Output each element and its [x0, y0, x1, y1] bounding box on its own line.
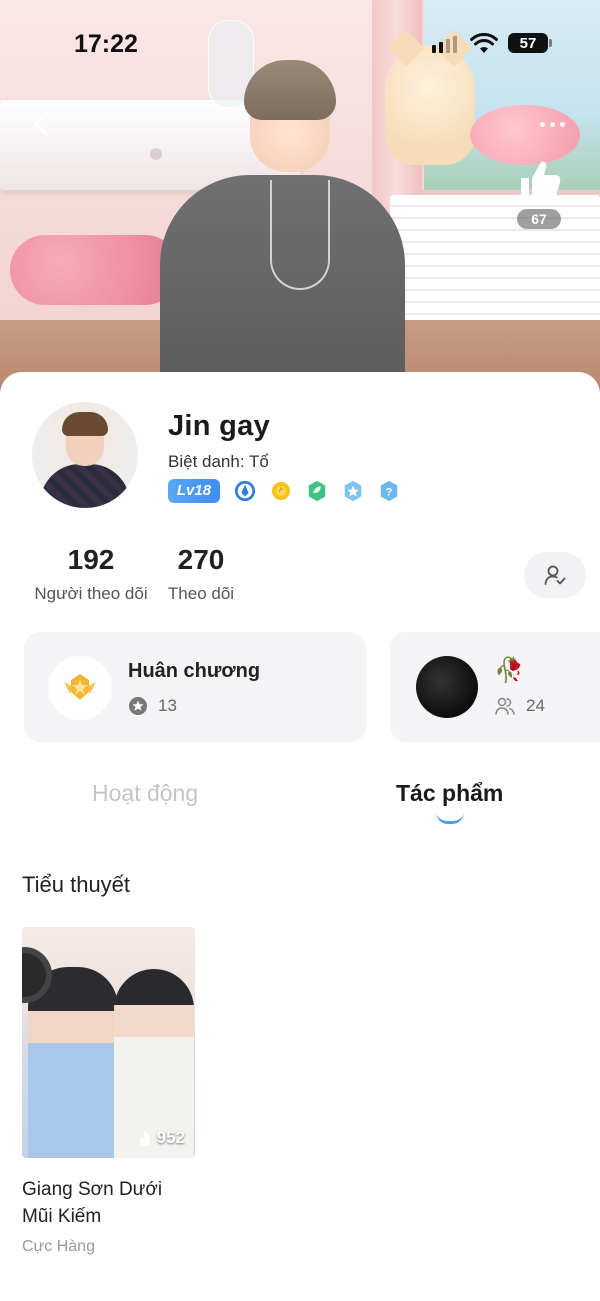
medal-title: Huân chương	[128, 660, 261, 682]
novel-cover[interactable]: 952	[22, 927, 195, 1158]
avatar-shirt	[40, 464, 130, 508]
pen-badge-icon[interactable]	[234, 480, 256, 502]
follow-status-button[interactable]	[524, 552, 586, 598]
novel-title[interactable]: Giang Sơn Dưới Mũi Kiếm	[22, 1176, 195, 1230]
like-button[interactable]	[515, 158, 563, 204]
star-circle-icon	[129, 697, 147, 715]
following-count: 270	[177, 544, 225, 575]
thumbs-up-icon	[521, 161, 561, 201]
wifi-icon	[470, 33, 498, 53]
battery-indicator: 57	[508, 33, 552, 53]
tab-activity[interactable]: Hoạt động	[92, 780, 198, 807]
group-meta: 24	[494, 696, 545, 716]
chevron-left-icon	[34, 112, 48, 136]
group-avatar	[416, 656, 478, 718]
username: Jin gay	[168, 410, 271, 442]
tab-works[interactable]: Tác phẩm	[396, 780, 503, 807]
novel-card[interactable]: 952 Giang Sơn Dưới Mũi Kiếm Cực Hàng	[22, 927, 195, 1256]
battery-level: 57	[519, 34, 537, 52]
fire-icon	[139, 1130, 150, 1146]
status-bar: 17:22 57	[0, 0, 600, 90]
back-button[interactable]	[28, 110, 56, 138]
svg-text:?: ?	[386, 487, 393, 499]
star-badge-icon[interactable]	[342, 480, 364, 502]
members-icon	[495, 697, 515, 715]
followers-count: 192	[67, 544, 115, 575]
status-time: 17:22	[74, 30, 138, 58]
more-options-button[interactable]	[532, 112, 572, 136]
more-dot-icon	[539, 121, 545, 127]
user-check-icon	[544, 565, 566, 585]
profile-card: Jin gay Biệt danh: Tổ Lv18 ? 192 Người t…	[0, 372, 600, 1301]
following-stat[interactable]: 270 Theo dõi	[164, 544, 238, 604]
avatar[interactable]	[32, 402, 138, 508]
tab-active-indicator	[436, 812, 464, 824]
more-dot-icon	[559, 121, 565, 127]
novel-views: 952	[137, 1128, 185, 1148]
like-count: 67	[517, 209, 561, 229]
group-member-count: 24	[526, 696, 545, 715]
more-dot-icon	[549, 121, 555, 127]
question-badge-icon[interactable]: ?	[378, 480, 400, 502]
level-badge[interactable]: Lv18	[168, 479, 220, 503]
leaf-badge-icon[interactable]	[306, 480, 328, 502]
followers-stat[interactable]: 192 Người theo dõi	[30, 544, 152, 604]
novel-author[interactable]: Cực Hàng	[22, 1238, 195, 1256]
avatar-hair	[62, 412, 108, 436]
section-title-novels: Tiểu thuyết	[22, 872, 131, 897]
coin-badge-icon[interactable]	[270, 480, 292, 502]
cover-character	[140, 60, 410, 400]
following-label: Theo dõi	[167, 584, 235, 603]
group-tile[interactable]: 🥀 24	[390, 632, 600, 742]
character-necklace	[270, 180, 330, 290]
followers-label: Người theo dõi	[34, 584, 148, 603]
badge-row: Lv18 ?	[168, 478, 400, 504]
medal-meta: 13	[128, 696, 177, 716]
cellular-signal-icon	[432, 35, 457, 53]
medal-tile[interactable]: Huân chương 13	[24, 632, 366, 742]
nickname: Biệt danh: Tổ	[168, 452, 269, 471]
novel-view-count: 952	[156, 1128, 185, 1147]
medal-count: 13	[158, 696, 177, 715]
group-name: 🥀	[494, 657, 524, 684]
medal-icon	[48, 656, 112, 720]
